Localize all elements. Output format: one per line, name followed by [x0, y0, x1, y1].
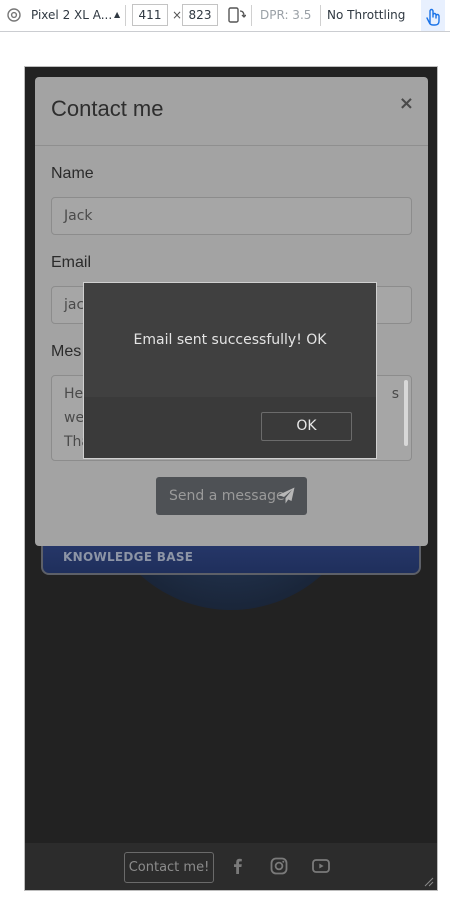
close-icon[interactable]: × — [399, 93, 414, 114]
chrome-icon — [7, 8, 21, 22]
hand-pointer-icon — [426, 8, 440, 26]
send-message-label: Send a message — [169, 488, 285, 504]
toolbar-divider — [320, 5, 321, 26]
modal-title: Contact me — [51, 96, 164, 121]
textarea-scrollbar[interactable] — [404, 380, 408, 446]
rotate-icon[interactable] — [226, 5, 246, 25]
send-message-button[interactable]: Send a message — [156, 477, 307, 515]
message-label: Mes — [51, 343, 82, 360]
height-input[interactable]: 823 — [182, 4, 218, 26]
knowledge-base-label: KNOWLEDGE BASE — [63, 550, 194, 564]
alert-ok-button[interactable]: OK — [261, 412, 352, 441]
width-input[interactable]: 411 — [132, 4, 168, 26]
name-field[interactable]: Jack — [51, 197, 412, 235]
toolbar-divider — [251, 5, 252, 26]
throttling-select[interactable]: No Throttling — [327, 8, 405, 22]
instagram-icon[interactable] — [270, 857, 288, 875]
device-toolbar: Pixel 2 XL A... ▲ 411 × 823 DPR: 3.5 No … — [0, 0, 450, 32]
facebook-icon[interactable] — [229, 857, 247, 875]
message-text-trailing: s — [391, 386, 399, 402]
alert-message: Email sent successfully! OK — [133, 332, 327, 348]
page-footer: Contact me! — [25, 843, 437, 890]
youtube-icon[interactable] — [312, 857, 330, 875]
chevron-down-icon: ▲ — [114, 10, 121, 19]
alert-dialog: Email sent successfully! OK OK — [83, 282, 377, 459]
name-label: Name — [51, 165, 94, 182]
modal-divider — [35, 145, 428, 146]
touch-toggle[interactable] — [421, 0, 445, 31]
resize-grip-icon[interactable] — [424, 877, 434, 887]
device-select[interactable]: Pixel 2 XL A... — [31, 8, 113, 22]
dimension-separator: × — [172, 8, 183, 22]
email-label: Email — [51, 254, 92, 271]
toolbar-divider — [125, 5, 126, 26]
dpr-select[interactable]: DPR: 3.5 — [260, 8, 311, 22]
paper-plane-icon — [278, 487, 295, 504]
contact-me-button[interactable]: Contact me! — [124, 852, 214, 883]
